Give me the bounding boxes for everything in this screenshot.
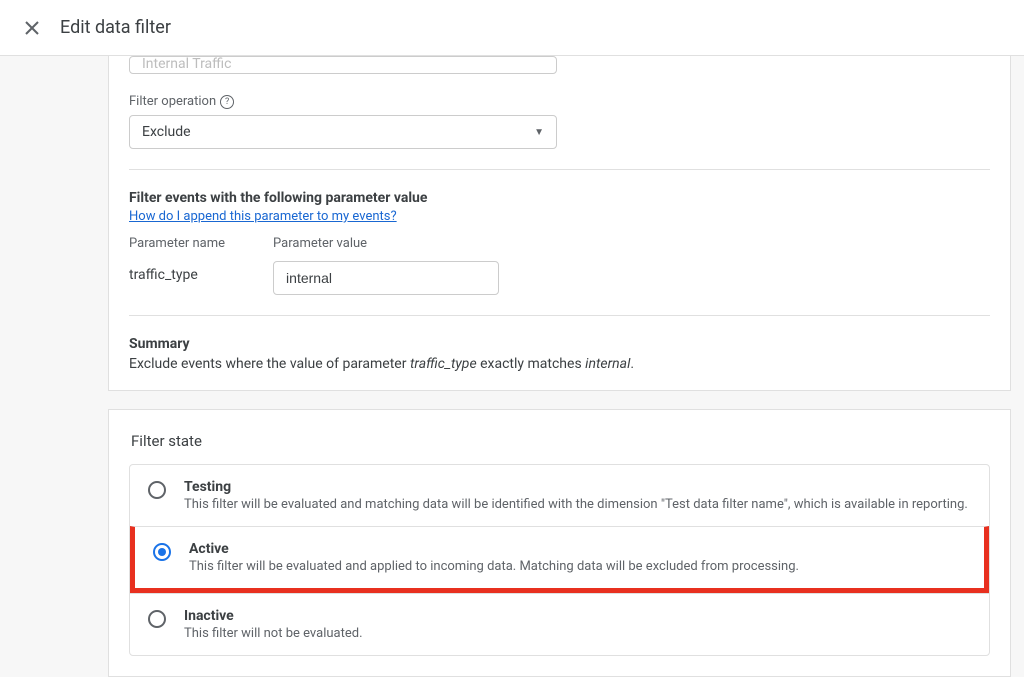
parameter-value-input[interactable] <box>273 261 499 295</box>
close-button[interactable] <box>20 16 44 40</box>
filter-details-card: Internal Traffic Filter operation ? Excl… <box>108 56 1011 391</box>
summary-param: traffic_type <box>410 356 477 372</box>
filter-events-title: Filter events with the following paramet… <box>129 190 990 206</box>
radio-description: This filter will be evaluated and matchi… <box>184 497 968 512</box>
help-icon[interactable]: ? <box>220 95 234 109</box>
filter-state-card: Filter state Testing This filter will be… <box>108 409 1011 677</box>
filter-operation-label: Filter operation <box>129 94 216 109</box>
divider <box>129 315 990 316</box>
summary-suffix: . <box>630 356 634 372</box>
radio-option-inactive[interactable]: Inactive This filter will not be evaluat… <box>130 593 989 655</box>
radio-label: Testing <box>184 479 968 495</box>
summary-val: internal <box>585 356 630 372</box>
chevron-down-icon: ▼ <box>534 127 544 138</box>
summary-prefix: Exclude events where the value of parame… <box>129 356 410 372</box>
parameter-value-label: Parameter value <box>273 236 499 251</box>
radio-description: This filter will not be evaluated. <box>184 626 363 641</box>
page-title: Edit data filter <box>60 17 171 38</box>
radio-icon <box>153 543 171 561</box>
filter-operation-select[interactable]: Exclude ▼ <box>129 115 557 149</box>
data-filter-name-input[interactable]: Internal Traffic <box>129 56 557 74</box>
radio-description: This filter will be evaluated and applie… <box>189 559 799 574</box>
filter-operation-value: Exclude <box>142 124 191 140</box>
parameter-name-label: Parameter name <box>129 236 225 251</box>
radio-dot-icon <box>158 548 166 556</box>
parameter-name-value: traffic_type <box>129 261 225 283</box>
header-bar: Edit data filter <box>0 0 1024 56</box>
filter-state-title: Filter state <box>131 432 990 450</box>
radio-label: Inactive <box>184 608 363 624</box>
filter-operation-label-row: Filter operation ? <box>129 94 990 109</box>
summary-text: Exclude events where the value of parame… <box>129 356 990 372</box>
radio-icon <box>148 481 166 499</box>
summary-mid: exactly matches <box>477 356 586 372</box>
close-icon <box>24 20 40 36</box>
summary-label: Summary <box>129 336 990 352</box>
divider <box>129 169 990 170</box>
radio-option-active[interactable]: Active This filter will be evaluated and… <box>130 526 989 593</box>
radio-option-testing[interactable]: Testing This filter will be evaluated an… <box>130 465 989 526</box>
radio-icon <box>148 610 166 628</box>
help-link[interactable]: How do I append this parameter to my eve… <box>129 209 397 224</box>
radio-label: Active <box>189 541 799 557</box>
filter-state-radio-group: Testing This filter will be evaluated an… <box>129 464 990 656</box>
